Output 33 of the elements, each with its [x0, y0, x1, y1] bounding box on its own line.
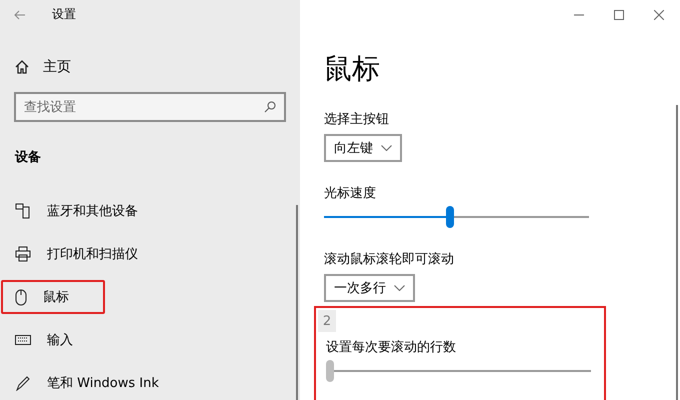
chevron-icon [394, 285, 405, 291]
back-arrow-icon[interactable] [14, 10, 26, 20]
window-title: 设置 [52, 6, 76, 24]
sidebar-item[interactable]: 笔和 Windows Ink [1, 366, 241, 400]
home-icon[interactable] [15, 60, 29, 74]
pen-icon [15, 375, 31, 391]
device-icon [15, 203, 31, 219]
sidebar-item[interactable]: 输入 [1, 323, 241, 357]
slider[interactable] [326, 360, 591, 382]
dropdown[interactable]: 一次多行 [324, 274, 415, 302]
section-heading: 设备 [15, 149, 42, 166]
chevron-icon [381, 145, 392, 151]
setting-label: 设置每次要滚动的行数 [326, 339, 457, 356]
slider-thumb[interactable] [446, 206, 454, 228]
setting-label: 光标速度 [324, 185, 377, 202]
printer-icon [15, 246, 31, 262]
close-icon[interactable] [654, 10, 664, 20]
sidebar-item[interactable]: 鼠标 [1, 280, 105, 314]
slider-thumb[interactable] [326, 360, 334, 382]
value-tooltip: 2 [318, 310, 336, 332]
page-title: 鼠标 [324, 51, 381, 87]
slider[interactable] [324, 206, 589, 228]
home-link[interactable]: 主页 [43, 58, 71, 76]
keyboard-icon [15, 335, 31, 345]
sidebar-item[interactable]: 打印机和扫描仪 [1, 237, 241, 271]
setting-label: 滚动鼠标滚轮即可滚动 [324, 251, 455, 268]
sidebar-item[interactable]: 蓝牙和其他设备 [1, 194, 241, 228]
search-field[interactable]: 查找设置 [14, 92, 286, 122]
maximize-icon[interactable] [614, 10, 624, 20]
dropdown[interactable]: 向左键 [324, 134, 402, 162]
search-icon [264, 101, 276, 113]
setting-label: 选择主按钮 [324, 111, 390, 128]
mouse-icon [15, 288, 27, 306]
